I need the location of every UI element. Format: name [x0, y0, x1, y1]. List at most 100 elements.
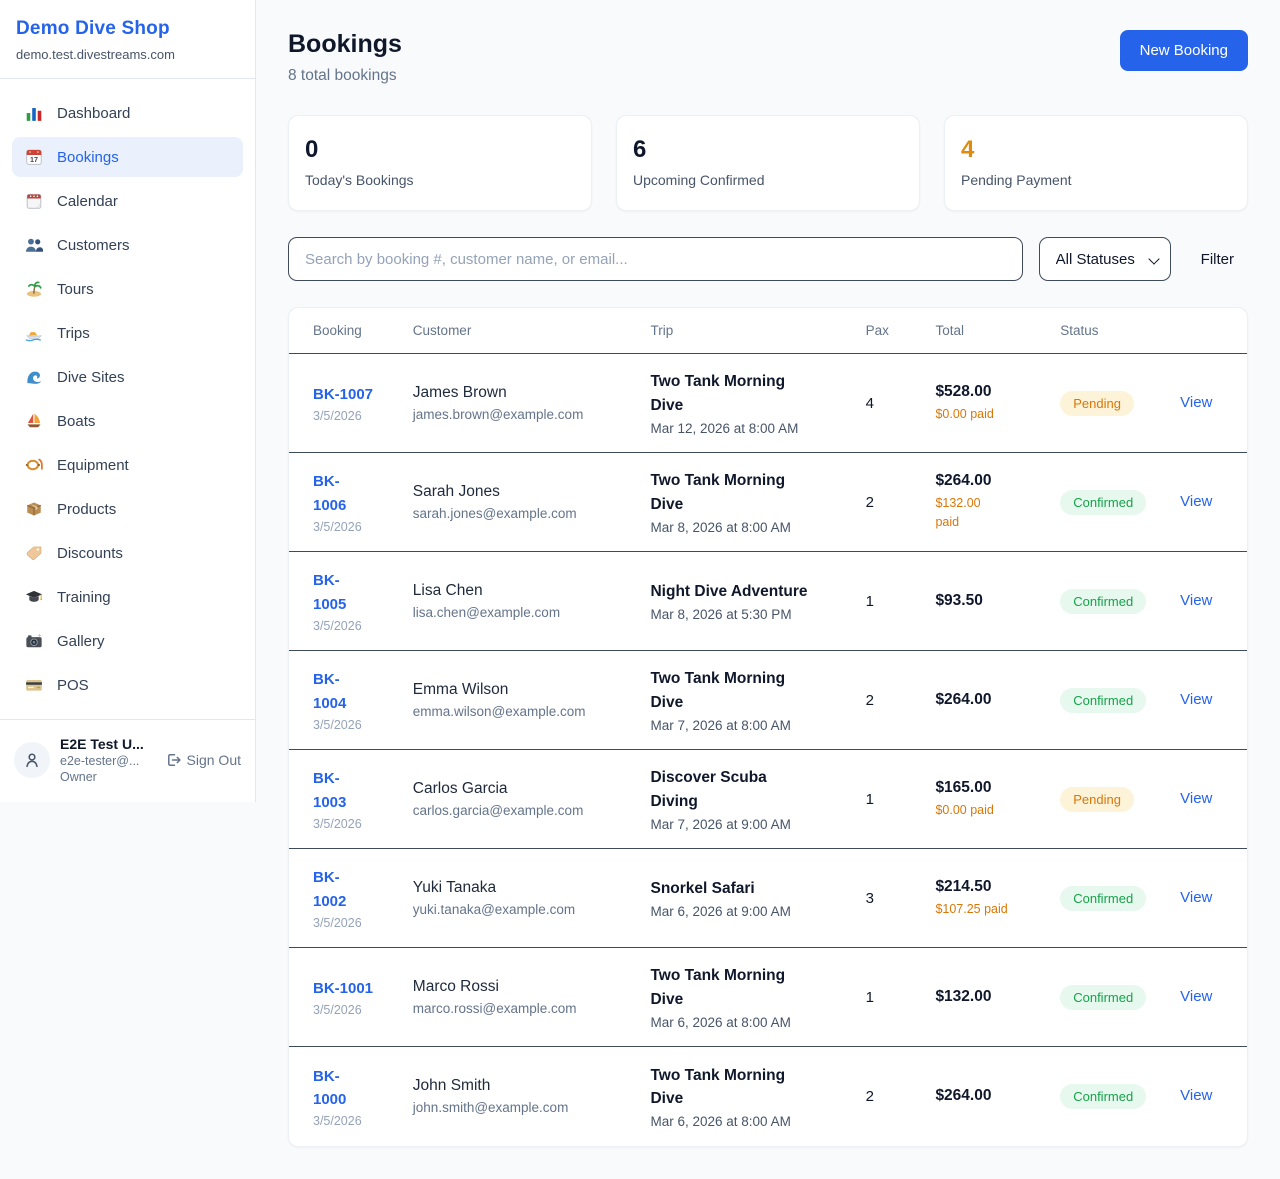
- sidebar-item-label: Equipment: [57, 457, 129, 474]
- booking-date: 3/5/2026: [313, 409, 389, 423]
- view-link[interactable]: View: [1180, 493, 1212, 510]
- status-filter-select[interactable]: All Statuses: [1039, 237, 1171, 281]
- view-link[interactable]: View: [1180, 394, 1212, 411]
- status-badge: Confirmed: [1060, 886, 1146, 911]
- trip-datetime: Mar 7, 2026 at 8:00 AM: [650, 718, 841, 733]
- paid-amount: $132.00 paid: [935, 494, 997, 532]
- customer-email: yuki.tanaka@example.com: [413, 902, 627, 917]
- calendar-date-icon: 17: [24, 147, 44, 167]
- sidebar-item-customers[interactable]: Customers: [12, 225, 243, 265]
- filter-button[interactable]: Filter: [1187, 241, 1248, 278]
- booking-id-link[interactable]: BK-1000: [313, 1065, 353, 1112]
- customer-email: john.smith@example.com: [413, 1100, 627, 1115]
- sidebar-item-label: Discounts: [57, 545, 123, 562]
- bookings-table-card: BookingCustomerTripPaxTotalStatus BK-100…: [288, 307, 1248, 1147]
- column-header-total: Total: [923, 308, 1048, 354]
- user-role: Owner: [60, 770, 155, 784]
- trip-datetime: Mar 12, 2026 at 8:00 AM: [650, 421, 841, 436]
- trip-datetime: Mar 6, 2026 at 8:00 AM: [650, 1114, 841, 1129]
- person-icon: [23, 751, 41, 769]
- brand: Demo Dive Shop demo.test.divestreams.com: [0, 0, 255, 79]
- booking-id-link[interactable]: BK-1007: [313, 383, 373, 406]
- table-row: BK-1003 3/5/2026 Carlos Garcia carlos.ga…: [289, 750, 1247, 849]
- trip-name: Night Dive Adventure: [650, 580, 812, 603]
- shop-name: Demo Dive Shop: [16, 18, 239, 40]
- booking-id-link[interactable]: BK-1003: [313, 767, 353, 814]
- status-badge: Pending: [1060, 391, 1134, 416]
- page-title-block: Bookings 8 total bookings: [288, 30, 402, 85]
- stats-row: 0 Today's Bookings 6 Upcoming Confirmed …: [288, 115, 1248, 211]
- booking-date: 3/5/2026: [313, 718, 389, 732]
- booking-id-link[interactable]: BK-1004: [313, 668, 353, 715]
- sign-out-button[interactable]: Sign Out: [165, 752, 241, 768]
- new-booking-button[interactable]: New Booking: [1120, 30, 1248, 71]
- pax-count: 2: [854, 1047, 924, 1146]
- sidebar-item-pos[interactable]: POS: [12, 665, 243, 705]
- total-amount: $264.00: [935, 472, 1036, 490]
- customer-name: John Smith: [413, 1077, 627, 1095]
- sidebar-item-discounts[interactable]: Discounts: [12, 533, 243, 573]
- sidebar-item-trips[interactable]: Trips: [12, 313, 243, 353]
- table-row: BK-1006 3/5/2026 Sarah Jones sarah.jones…: [289, 453, 1247, 552]
- stat-value: 0: [305, 136, 575, 164]
- status-badge: Confirmed: [1060, 589, 1146, 614]
- sidebar-item-label: Calendar: [57, 193, 118, 210]
- shop-domain: demo.test.divestreams.com: [16, 47, 239, 62]
- diving-mask-icon: [24, 455, 44, 475]
- sidebar-item-training[interactable]: Training: [12, 577, 243, 617]
- sidebar-item-bookings[interactable]: 17 Bookings: [12, 137, 243, 177]
- sidebar-item-calendar[interactable]: Calendar: [12, 181, 243, 221]
- credit-card-icon: [24, 675, 44, 695]
- bar-chart-icon: [24, 103, 44, 123]
- total-amount: $264.00: [935, 691, 1036, 709]
- sidebar-item-equipment[interactable]: Equipment: [12, 445, 243, 485]
- booking-id-link[interactable]: BK-1001: [313, 977, 373, 1000]
- svg-text:17: 17: [30, 155, 38, 164]
- customer-name: Yuki Tanaka: [413, 879, 627, 897]
- sidebar-item-gallery[interactable]: Gallery: [12, 621, 243, 661]
- booking-id-link[interactable]: BK-1006: [313, 470, 353, 517]
- booking-id-link[interactable]: BK-1005: [313, 569, 353, 616]
- sidebar-item-boats[interactable]: Boats: [12, 401, 243, 441]
- total-amount: $214.50: [935, 878, 1036, 896]
- user-email: e2e-tester@...: [60, 754, 155, 768]
- sidebar-item-dive-sites[interactable]: Dive Sites: [12, 357, 243, 397]
- camera-icon: [24, 631, 44, 651]
- sidebar-item-label: Products: [57, 501, 116, 518]
- sidebar-item-dashboard[interactable]: Dashboard: [12, 93, 243, 133]
- view-link[interactable]: View: [1180, 1087, 1212, 1104]
- sidebar-item-tours[interactable]: Tours: [12, 269, 243, 309]
- trip-datetime: Mar 7, 2026 at 9:00 AM: [650, 817, 841, 832]
- customer-name: James Brown: [413, 384, 627, 402]
- search-input[interactable]: [288, 237, 1023, 281]
- table-row: BK-1000 3/5/2026 John Smith john.smith@e…: [289, 1047, 1247, 1146]
- table-row: BK-1002 3/5/2026 Yuki Tanaka yuki.tanaka…: [289, 849, 1247, 948]
- tag-icon: [24, 543, 44, 563]
- pax-count: 4: [854, 354, 924, 453]
- trip-name: Two Tank Morning Dive: [650, 667, 812, 714]
- customer-name: Lisa Chen: [413, 582, 627, 600]
- trip-datetime: Mar 6, 2026 at 8:00 AM: [650, 1015, 841, 1030]
- pax-count: 1: [854, 552, 924, 651]
- customer-name: Carlos Garcia: [413, 780, 627, 798]
- table-row: BK-1005 3/5/2026 Lisa Chen lisa.chen@exa…: [289, 552, 1247, 651]
- stat-value: 6: [633, 136, 903, 164]
- people-icon: [24, 235, 44, 255]
- pax-count: 1: [854, 750, 924, 849]
- view-link[interactable]: View: [1180, 889, 1212, 906]
- sidebar-item-label: Gallery: [57, 633, 105, 650]
- trip-name: Snorkel Safari: [650, 877, 812, 900]
- sidebar-item-label: Customers: [57, 237, 130, 254]
- trip-name: Two Tank Morning Dive: [650, 1064, 812, 1111]
- sidebar-item-label: Bookings: [57, 149, 119, 166]
- view-link[interactable]: View: [1180, 988, 1212, 1005]
- column-header-booking: Booking: [289, 308, 401, 354]
- wave-icon: [24, 367, 44, 387]
- sidebar-item-products[interactable]: Products: [12, 489, 243, 529]
- view-link[interactable]: View: [1180, 790, 1212, 807]
- booking-id-link[interactable]: BK-1002: [313, 866, 353, 913]
- view-link[interactable]: View: [1180, 691, 1212, 708]
- view-link[interactable]: View: [1180, 592, 1212, 609]
- sidebar-item-label: Training: [57, 589, 111, 606]
- total-amount: $93.50: [935, 592, 1036, 610]
